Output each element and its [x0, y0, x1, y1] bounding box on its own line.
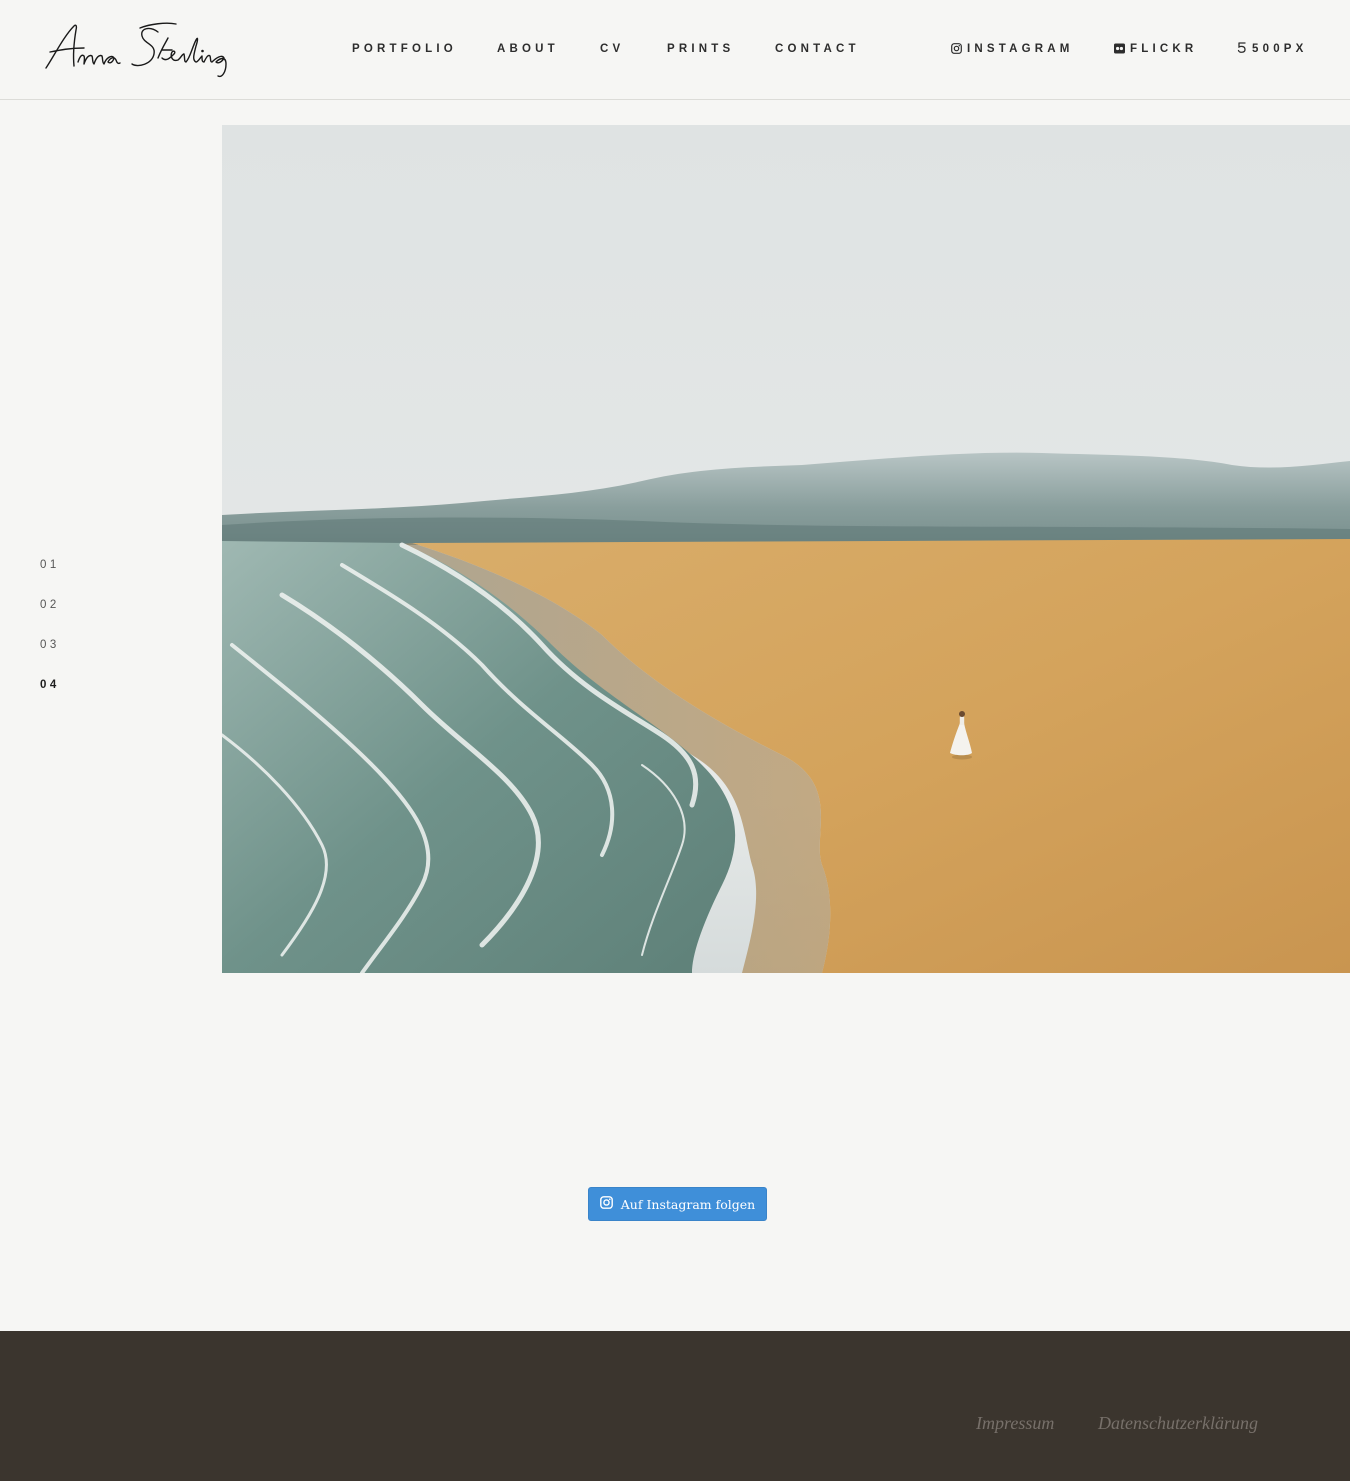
- footer-link-impressum[interactable]: Impressum: [976, 1413, 1054, 1434]
- slide-nav-01[interactable]: 01: [40, 557, 60, 573]
- site-header: PORTFOLIO ABOUT CV PRINTS CONTACT INSTAG…: [0, 0, 1350, 100]
- nav-cv[interactable]: CV: [600, 41, 624, 57]
- slide-nav-02[interactable]: 02: [40, 597, 60, 613]
- social-instagram-label: INSTAGRAM: [967, 43, 1074, 55]
- social-flickr[interactable]: FLICKR: [1114, 41, 1197, 59]
- nav-contact[interactable]: CONTACT: [775, 41, 860, 57]
- social-instagram[interactable]: INSTAGRAM: [951, 41, 1074, 59]
- nav-portfolio[interactable]: PORTFOLIO: [352, 41, 457, 57]
- follow-instagram-button[interactable]: Auf Instagram folgen: [588, 1187, 767, 1221]
- nav-prints[interactable]: PRINTS: [667, 41, 734, 57]
- follow-instagram-label: Auf Instagram folgen: [620, 1196, 756, 1212]
- aerial-beach-photo: [222, 125, 1350, 973]
- 500px-icon: [1237, 42, 1247, 59]
- slide-nav-03[interactable]: 03: [40, 637, 60, 653]
- social-500px-label: 500PX: [1252, 43, 1308, 55]
- nav-about[interactable]: ABOUT: [497, 41, 559, 57]
- site-footer: Impressum Datenschutzerklärung: [0, 1331, 1350, 1481]
- footer-link-datenschutz[interactable]: Datenschutzerklärung: [1098, 1413, 1258, 1434]
- slide-nav-04[interactable]: 04: [40, 677, 60, 693]
- instagram-icon: [951, 43, 962, 59]
- flickr-icon: [1114, 43, 1125, 59]
- social-flickr-label: FLICKR: [1130, 43, 1198, 55]
- hero-slide-image: [222, 125, 1350, 973]
- social-500px[interactable]: 500PX: [1237, 41, 1308, 59]
- instagram-icon: [599, 1196, 613, 1212]
- signature-logo-icon: [45, 22, 227, 78]
- logo[interactable]: [40, 18, 245, 80]
